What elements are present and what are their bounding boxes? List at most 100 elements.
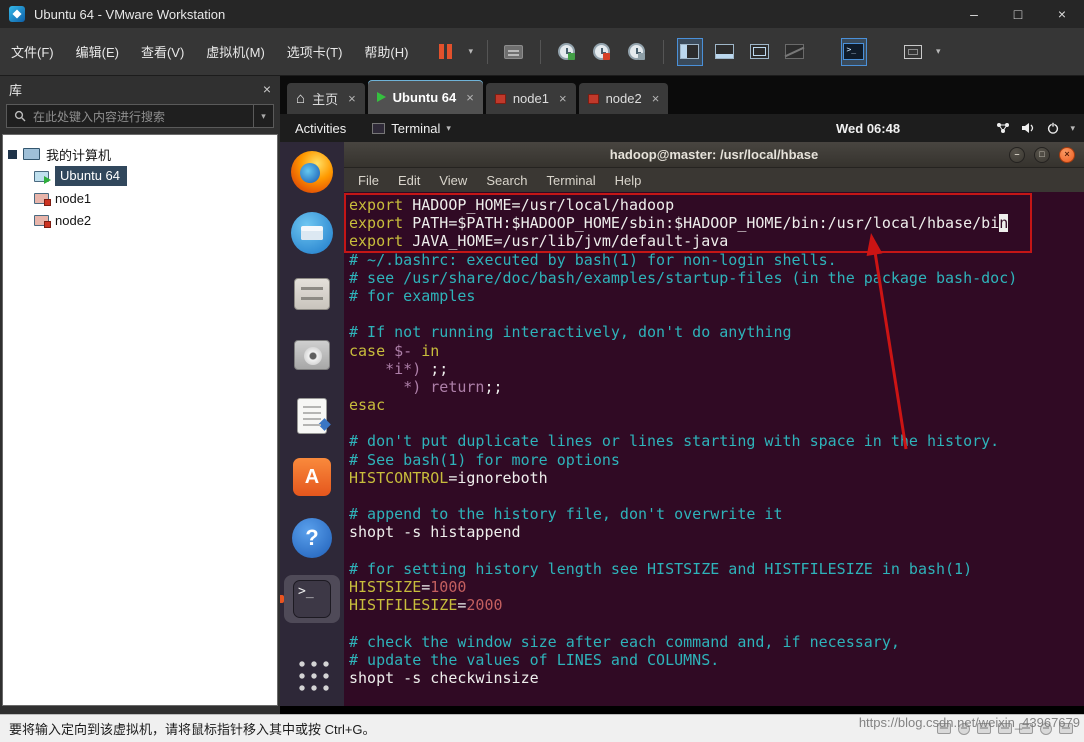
- terminal-menu-help[interactable]: Help: [615, 173, 642, 188]
- window-title: Ubuntu 64 - VMware Workstation: [34, 7, 225, 22]
- show-thumbnail-bar-toggle[interactable]: [713, 39, 737, 65]
- terminal-line: [349, 542, 1084, 560]
- library-panel: 库 × 在此处键入内容进行搜索 ▾ 我的计算机 Ubuntu 64: [0, 76, 280, 714]
- tab-close-icon[interactable]: ×: [652, 91, 660, 106]
- terminal-line: [349, 305, 1084, 323]
- tree-item-ubuntu64[interactable]: Ubuntu 64: [8, 165, 272, 187]
- take-snapshot-button[interactable]: [555, 39, 579, 65]
- tree-label: 我的计算机: [46, 145, 111, 164]
- terminal-screen[interactable]: export HADOOP_HOME=/usr/local/hadoopexpo…: [344, 192, 1084, 706]
- terminal-line: HISTSIZE=1000: [349, 578, 1084, 596]
- media-player-icon: [294, 340, 330, 370]
- dock-software-icon[interactable]: A: [284, 453, 340, 501]
- window-close-button[interactable]: ×: [1040, 0, 1084, 28]
- library-search-input[interactable]: 在此处键入内容进行搜索 ▾: [6, 104, 274, 128]
- dock-files-icon[interactable]: [284, 270, 340, 318]
- terminal-menu-view[interactable]: View: [439, 173, 467, 188]
- vm-column: ⌂ 主页 × Ubuntu 64 × node1 × node2: [280, 76, 1084, 714]
- terminal-close-button[interactable]: ×: [1059, 147, 1075, 163]
- vim-file-info: "~/.bashrc" 120L, 3925C: [494, 705, 702, 706]
- vm-stopped-icon: [588, 94, 599, 104]
- terminal-menu-search[interactable]: Search: [486, 173, 527, 188]
- toolbar-separator: [540, 40, 541, 64]
- tab-ubuntu64[interactable]: Ubuntu 64 ×: [368, 80, 483, 114]
- firefox-icon: [291, 151, 333, 193]
- tab-bar: ⌂ 主页 × Ubuntu 64 × node1 × node2: [280, 76, 1084, 114]
- menu-edit[interactable]: 编辑(E): [65, 36, 130, 67]
- terminal-line: # for examples: [349, 287, 1084, 305]
- clock[interactable]: Wed 06:48: [836, 121, 900, 136]
- unity-view-button[interactable]: [783, 39, 807, 65]
- dock-text-editor-icon[interactable]: [284, 392, 340, 440]
- tab-home[interactable]: ⌂ 主页 ×: [287, 83, 365, 114]
- menu-file[interactable]: 文件(F): [0, 36, 65, 67]
- terminal-titlebar[interactable]: hadoop@master: /usr/local/hbase – □ ×: [344, 142, 1084, 168]
- fullscreen-button[interactable]: [901, 39, 925, 65]
- library-close-button[interactable]: ×: [263, 81, 271, 97]
- power-icon: [1047, 122, 1059, 134]
- terminal-line: HISTCONTROL=ignoreboth: [349, 469, 1084, 487]
- menu-tabs[interactable]: 选项卡(T): [276, 36, 354, 67]
- console-view-button[interactable]: [748, 39, 772, 65]
- terminal-maximize-button[interactable]: □: [1034, 147, 1050, 163]
- window-maximize-button[interactable]: □: [996, 0, 1040, 28]
- tree-item-node1[interactable]: node1: [8, 187, 272, 209]
- show-apps-grid-icon: [294, 656, 330, 692]
- console-view-icon: [750, 44, 769, 59]
- tab-close-icon[interactable]: ×: [559, 91, 567, 106]
- volume-icon: [1021, 122, 1036, 134]
- dock-terminal-icon[interactable]: >_: [284, 575, 340, 623]
- terminal-menu-file[interactable]: File: [358, 173, 379, 188]
- fullscreen-menu-caret-icon[interactable]: ▾: [936, 46, 941, 57]
- gnome-top-bar: Activities Terminal ▾ Wed 06:48 ▾: [280, 114, 1084, 142]
- menu-help[interactable]: 帮助(H): [353, 36, 419, 67]
- snapshot-manager-button[interactable]: [625, 39, 649, 65]
- tab-node2[interactable]: node2 ×: [579, 83, 669, 114]
- status-message: 要将输入定向到该虚拟机，请将鼠标指针移入其中或按 Ctrl+G。: [9, 719, 376, 738]
- terminal-line: # See bash(1) for more options: [349, 451, 1084, 469]
- tree-expander-icon[interactable]: [8, 150, 17, 159]
- snapshot-revert-icon: [593, 43, 610, 60]
- menu-view[interactable]: 查看(V): [130, 36, 195, 67]
- dock-media-player-icon[interactable]: [284, 331, 340, 379]
- toolbar-separator: [663, 40, 664, 64]
- tree-item-node2[interactable]: node2: [8, 209, 272, 231]
- app-menu-caret-icon: ▾: [446, 123, 451, 134]
- terminal-menu-terminal[interactable]: Terminal: [547, 173, 596, 188]
- window-minimize-button[interactable]: –: [952, 0, 996, 28]
- menu-vm[interactable]: 虚拟机(M): [195, 36, 276, 67]
- terminal-line: [349, 487, 1084, 505]
- terminal-icon: >_: [293, 580, 331, 618]
- system-status-area[interactable]: ▾: [996, 122, 1075, 134]
- revert-snapshot-button[interactable]: [590, 39, 614, 65]
- toolbar-separator: [487, 40, 488, 64]
- dock-firefox-icon[interactable]: [284, 148, 340, 196]
- tab-close-icon[interactable]: ×: [466, 90, 474, 105]
- terminal-line: esac: [349, 396, 1084, 414]
- menu-toolbar: 文件(F) 编辑(E) 查看(V) 虚拟机(M) 选项卡(T) 帮助(H) ▾ …: [0, 28, 1084, 76]
- terminal-line: # see /usr/share/doc/bash/examples/start…: [349, 269, 1084, 287]
- activities-button[interactable]: Activities: [295, 121, 346, 136]
- terminal-line: # update the values of LINES and COLUMNS…: [349, 651, 1084, 669]
- terminal-minimize-button[interactable]: –: [1009, 147, 1025, 163]
- show-console-toggle[interactable]: >_: [842, 39, 866, 65]
- suspend-menu-caret-icon[interactable]: ▾: [468, 46, 473, 57]
- tree-item-my-computer[interactable]: 我的计算机: [8, 143, 272, 165]
- tab-label: node2: [606, 91, 642, 106]
- tab-close-icon[interactable]: ×: [348, 91, 356, 106]
- tree-label-selected: Ubuntu 64: [55, 166, 127, 186]
- terminal-line: # ~/.bashrc: executed by bash(1) for non…: [349, 251, 1084, 269]
- search-dropdown-caret-icon[interactable]: ▾: [253, 105, 273, 127]
- vm-console[interactable]: Activities Terminal ▾ Wed 06:48 ▾: [280, 114, 1084, 714]
- terminal-line: HISTFILESIZE=2000: [349, 596, 1084, 614]
- dock-help-icon[interactable]: ?: [284, 514, 340, 562]
- ctrl-alt-del-button[interactable]: [502, 39, 526, 65]
- terminal-menu-edit[interactable]: Edit: [398, 173, 420, 188]
- dock-show-apps-button[interactable]: [284, 650, 340, 698]
- show-library-toggle[interactable]: [678, 39, 702, 65]
- suspend-button[interactable]: [433, 39, 457, 65]
- tab-node1[interactable]: node1 ×: [486, 83, 576, 114]
- app-menu[interactable]: Terminal ▾: [372, 121, 451, 136]
- dock-thunderbird-icon[interactable]: [284, 209, 340, 257]
- vmware-window: Ubuntu 64 - VMware Workstation – □ × 文件(…: [0, 0, 1084, 742]
